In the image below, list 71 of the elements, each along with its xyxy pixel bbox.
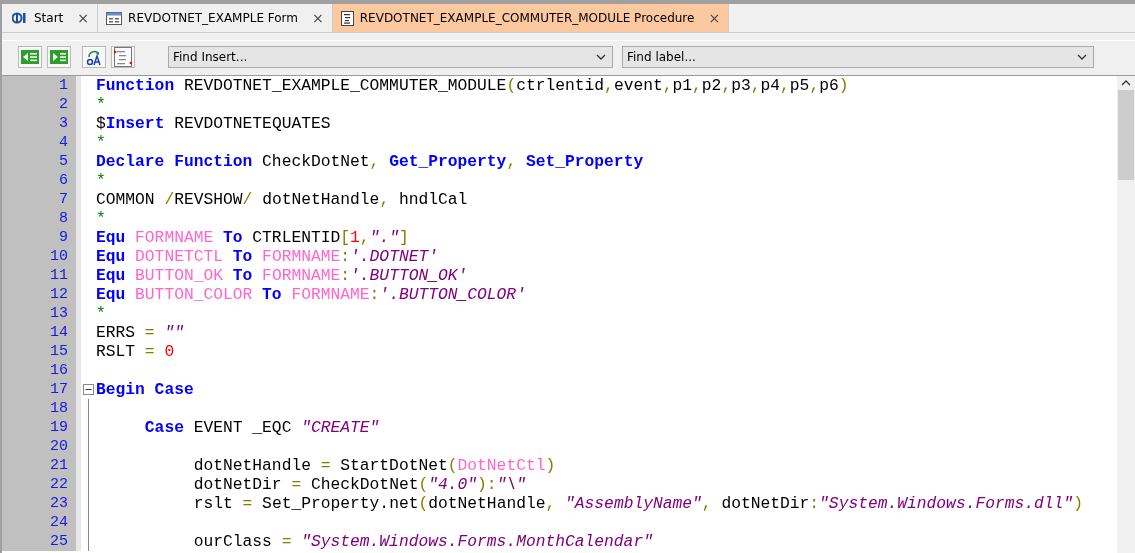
line-number: 12 [2,285,81,304]
line-number: 6 [2,171,81,190]
code-line: Equ BUTTON_OK To FORMNAME:'.BUTTON_OK' [95,266,468,285]
line-number: 18 [2,399,81,418]
code-line: Equ DOTNETCTL To FORMNAME:'.DOTNET' [95,247,438,266]
code-line: * [95,304,106,323]
line-number: 2 [2,95,81,114]
indent-icon [50,50,68,64]
outline-icon [114,47,132,67]
line-number: 17 [2,380,81,399]
line-number: 9 [2,228,81,247]
line-number: 21 [2,456,81,475]
close-button[interactable]: × [77,10,90,26]
line-number: 20 [2,437,81,456]
code-line: dotNetDir = CheckDotNet("4.0"):"\" [192,475,526,494]
code-line: * [95,133,106,152]
code-line: ERRS = "" [95,323,184,342]
close-button[interactable]: × [708,10,721,26]
outdent-icon [21,50,39,64]
scrollbar[interactable] [1117,76,1135,553]
collapse-icon[interactable] [82,384,94,395]
line-number: 1 [2,76,81,95]
code-line: Equ BUTTON_COLOR To FORMNAME:'.BUTTON_COLOR' [95,285,526,304]
line-number: 15 [2,342,81,361]
code-line: COMMON /REVSHOW/ dotNetHandle, hndlCal [95,190,468,209]
code-line: * [95,171,106,190]
line-number: 19 [2,418,81,437]
code-line: ourClass = "System.Windows.Forms.MonthCalendar" [192,532,653,551]
close-button[interactable]: × [312,10,324,26]
tab-label[interactable]: Start [34,11,64,25]
code-line: Declare Function CheckDotNet, Get_Property, Set_Property [95,152,644,171]
line-number: 22 [2,475,81,494]
code-line: * [95,209,106,228]
code-line: Begin Case [95,380,194,399]
replace-button[interactable] [82,46,106,68]
editor-tab[interactable]: REVDOTNET_EXAMPLE_COMMUTER_MODULE Procedure × [332,4,730,32]
line-number: 16 [2,361,81,380]
code-line: Function REVDOTNET_EXAMPLE_COMMUTER_MODULE(ctrlentid,event,p1,p2,p3,p4,p5,p6) [95,76,849,95]
chevron-down-icon [596,54,606,60]
chevron-down-icon [1077,54,1087,60]
code-line: RSLT = 0 [95,342,175,361]
line-number: 8 [2,209,81,228]
replace-icon [85,48,103,66]
code-line: dotNetHandle = StartDotNet(DotNetCtl) [192,456,556,475]
tab-label[interactable]: REVDOTNET_EXAMPLE_COMMUTER_MODULE Procedure [359,11,695,25]
line-number: 7 [2,190,81,209]
code-line: rslt = Set_Property.net(dotNetHandle, "AssemblyName", dotNetDir:"System.Windows.Forms.dll") [192,494,1083,513]
code-line: * [95,95,106,114]
line-number: 23 [2,494,81,513]
outdent-button[interactable] [18,46,42,68]
line-number: 3 [2,114,81,133]
tab-label[interactable]: REVDOTNET_EXAMPLE Form [128,11,298,25]
line-number: 11 [2,266,81,285]
line-number: 4 [2,133,81,152]
line-number: 5 [2,152,81,171]
find-label-dropdown[interactable]: Find label... [622,46,1094,68]
line-number: 25 [2,532,81,551]
code-line: Case EVENT _EQC "CREATE" [143,418,380,437]
document-icon [340,10,354,26]
line-number: 10 [2,247,81,266]
scrollbar-thumb[interactable] [1118,90,1134,180]
indent-button[interactable] [47,46,71,68]
logo-icon [12,12,28,24]
find-insert-dropdown[interactable]: Find Insert... [168,46,613,68]
code-line: $Insert REVDOTNETEQUATES [95,114,331,133]
line-number: 24 [2,513,81,532]
code-line: Equ FORMNAME To CTRLENTID[1,"."] [95,228,409,247]
outline-button[interactable] [111,46,135,68]
line-number: 14 [2,323,81,342]
line-number: 13 [2,304,81,323]
form-icon [106,11,123,25]
